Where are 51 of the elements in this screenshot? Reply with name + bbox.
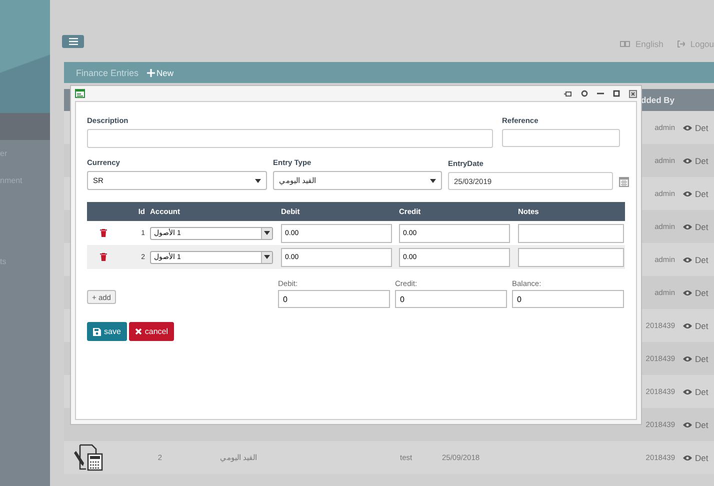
eye-icon (683, 224, 692, 230)
minimize-icon[interactable] (597, 90, 604, 97)
close-icon (134, 328, 142, 335)
column-header: dded By (640, 95, 676, 105)
save-button[interactable]: save (87, 322, 127, 341)
description-field[interactable] (87, 129, 493, 148)
details-link[interactable]: Det (695, 288, 708, 298)
caret-icon (264, 231, 270, 235)
eye-icon (683, 356, 692, 362)
notes-field[interactable] (518, 224, 624, 242)
page-title: Finance Entries (76, 68, 139, 78)
eye-icon (683, 124, 692, 130)
language-icon (620, 41, 630, 47)
cancel-button[interactable]: cancel (128, 322, 174, 341)
menu-icon (68, 38, 78, 45)
new-button[interactable]: New (146, 68, 174, 78)
eye-icon (683, 190, 692, 196)
pin-icon[interactable] (564, 90, 572, 96)
details-link[interactable]: Det (695, 354, 708, 364)
details-link[interactable]: Det (695, 254, 708, 264)
details-link[interactable]: Det (695, 386, 708, 396)
eye-icon (683, 388, 692, 394)
eye-icon (683, 158, 692, 164)
menu-button[interactable] (62, 35, 84, 48)
save-icon (93, 328, 101, 336)
close-icon[interactable] (629, 90, 637, 98)
refresh-icon[interactable] (581, 90, 588, 97)
delete-button[interactable] (100, 253, 106, 261)
caret-icon (264, 255, 270, 259)
details-link[interactable]: Det (695, 156, 708, 166)
eye-icon (683, 290, 692, 296)
eye-icon (683, 256, 692, 262)
total-field[interactable]: 0 (512, 290, 624, 308)
eye-icon (683, 322, 692, 328)
plus-icon (146, 68, 155, 76)
details-link[interactable]: Det (695, 452, 708, 462)
details-link[interactable]: Det (695, 188, 708, 198)
details-link[interactable]: Det (695, 420, 708, 430)
form-icon (75, 89, 85, 98)
details-link[interactable]: Det (695, 222, 708, 232)
eye-icon (683, 454, 692, 460)
details-link[interactable]: Det (695, 122, 708, 132)
details-link[interactable]: Det (695, 320, 708, 330)
reference-field[interactable] (502, 129, 620, 147)
total-field[interactable]: 0 (395, 290, 507, 308)
notes-field[interactable] (518, 248, 624, 266)
logout-icon (677, 40, 686, 48)
eye-icon (683, 422, 692, 428)
maximize-icon[interactable] (613, 90, 620, 97)
total-field[interactable]: 0 (278, 290, 390, 308)
delete-button[interactable] (100, 229, 106, 237)
